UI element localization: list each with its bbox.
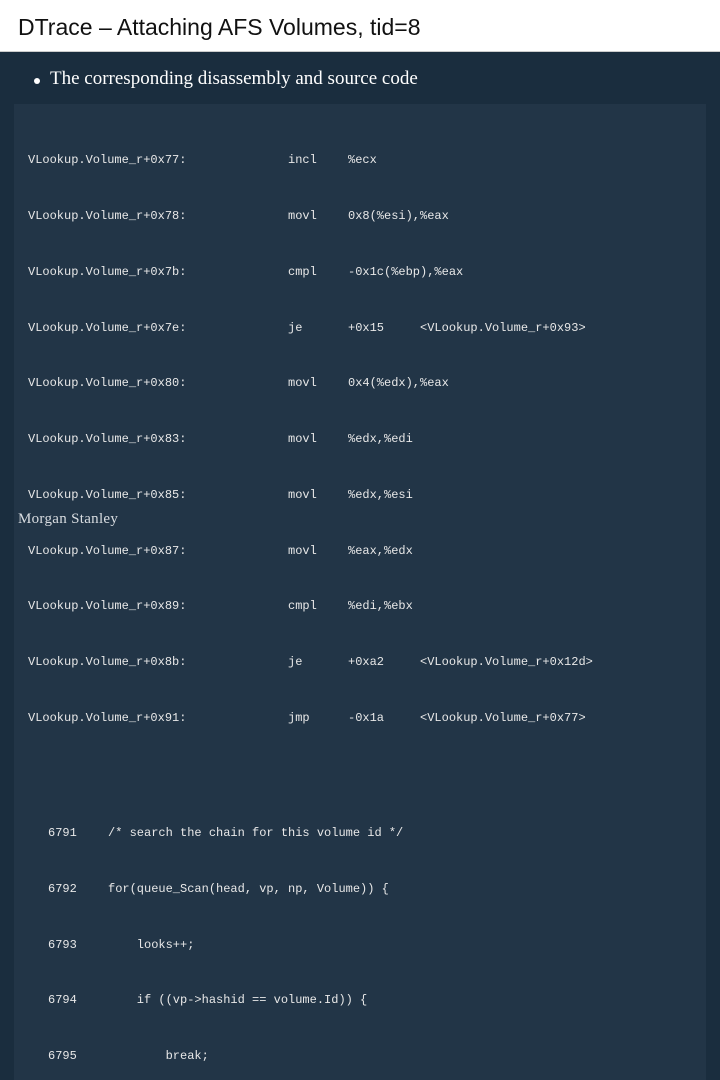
- asm-loc: VLookup.Volume_r+0x91:: [28, 709, 288, 728]
- asm-op: movl: [288, 542, 348, 561]
- asm-op: je: [288, 319, 348, 338]
- asm-args: %edx,%esi: [348, 486, 692, 505]
- asm-op: movl: [288, 207, 348, 226]
- src-lineno: 6794: [28, 991, 108, 1010]
- src-row: 6791/* search the chain for this volume …: [28, 824, 692, 843]
- src-lineno: 6793: [28, 936, 108, 955]
- asm-loc: VLookup.Volume_r+0x83:: [28, 430, 288, 449]
- footer-word-2: Stanley: [71, 511, 118, 527]
- asm-args: 0x8(%esi),%eax: [348, 207, 692, 226]
- bullet-dot-icon: [34, 78, 40, 84]
- src-lineno: 6791: [28, 824, 108, 843]
- footer-logo: Morgan Stanley: [18, 511, 118, 528]
- slide-title: DTrace – Attaching AFS Volumes, tid=8: [18, 14, 702, 41]
- src-row: 6794 if ((vp->hashid == volume.Id)) {: [28, 991, 692, 1010]
- asm-args: +0x15 <VLookup.Volume_r+0x93>: [348, 319, 692, 338]
- asm-row: VLookup.Volume_r+0x91:jmp-0x1a <VLookup.…: [28, 709, 692, 728]
- asm-args: 0x4(%edx),%eax: [348, 374, 692, 393]
- asm-args: +0xa2 <VLookup.Volume_r+0x12d>: [348, 653, 692, 672]
- asm-args: -0x1c(%ebp),%eax: [348, 263, 692, 282]
- src-code: break;: [108, 1047, 692, 1066]
- src-code: /* search the chain for this volume id *…: [108, 824, 692, 843]
- asm-row: VLookup.Volume_r+0x89:cmpl%edi,%ebx: [28, 597, 692, 616]
- src-row: 6793 looks++;: [28, 936, 692, 955]
- code-block: VLookup.Volume_r+0x77:incl%ecx VLookup.V…: [14, 104, 706, 1080]
- asm-loc: VLookup.Volume_r+0x80:: [28, 374, 288, 393]
- footer-word-1: Morgan: [18, 511, 67, 527]
- asm-loc: VLookup.Volume_r+0x89:: [28, 597, 288, 616]
- src-lineno: 6795: [28, 1047, 108, 1066]
- asm-row: VLookup.Volume_r+0x80:movl0x4(%edx),%eax: [28, 374, 692, 393]
- asm-args: %eax,%edx: [348, 542, 692, 561]
- sub-heading: The corresponding disassembly and source…: [0, 52, 720, 98]
- src-code: looks++;: [108, 936, 692, 955]
- asm-op: jmp: [288, 709, 348, 728]
- title-bar: DTrace – Attaching AFS Volumes, tid=8: [0, 0, 720, 52]
- asm-loc: VLookup.Volume_r+0x8b:: [28, 653, 288, 672]
- asm-row: VLookup.Volume_r+0x8b:je+0xa2 <VLookup.V…: [28, 653, 692, 672]
- asm-op: movl: [288, 430, 348, 449]
- asm-row: VLookup.Volume_r+0x7b:cmpl-0x1c(%ebp),%e…: [28, 263, 692, 282]
- asm-loc: VLookup.Volume_r+0x85:: [28, 486, 288, 505]
- asm-loc: VLookup.Volume_r+0x77:: [28, 151, 288, 170]
- src-row: 6795 break;: [28, 1047, 692, 1066]
- asm-loc: VLookup.Volume_r+0x7b:: [28, 263, 288, 282]
- asm-row: VLookup.Volume_r+0x83:movl%edx,%edi: [28, 430, 692, 449]
- src-code: for(queue_Scan(head, vp, np, Volume)) {: [108, 880, 692, 899]
- asm-op: movl: [288, 486, 348, 505]
- asm-args: %ecx: [348, 151, 692, 170]
- asm-row: VLookup.Volume_r+0x7e:je+0x15 <VLookup.V…: [28, 319, 692, 338]
- asm-row: VLookup.Volume_r+0x78:movl0x8(%esi),%eax: [28, 207, 692, 226]
- src-code: if ((vp->hashid == volume.Id)) {: [108, 991, 692, 1010]
- asm-loc: VLookup.Volume_r+0x7e:: [28, 319, 288, 338]
- asm-args: %edx,%edi: [348, 430, 692, 449]
- asm-row: VLookup.Volume_r+0x85:movl%edx,%esi: [28, 486, 692, 505]
- asm-op: movl: [288, 374, 348, 393]
- source-listing: 6791/* search the chain for this volume …: [28, 787, 692, 1080]
- asm-op: je: [288, 653, 348, 672]
- src-row: 6792for(queue_Scan(head, vp, np, Volume)…: [28, 880, 692, 899]
- asm-op: cmpl: [288, 263, 348, 282]
- asm-op: incl: [288, 151, 348, 170]
- asm-args: %edi,%ebx: [348, 597, 692, 616]
- slide: DTrace – Attaching AFS Volumes, tid=8 Th…: [0, 0, 720, 540]
- disassembly-listing: VLookup.Volume_r+0x77:incl%ecx VLookup.V…: [28, 114, 692, 765]
- asm-row: VLookup.Volume_r+0x77:incl%ecx: [28, 151, 692, 170]
- asm-row: VLookup.Volume_r+0x87:movl%eax,%edx: [28, 542, 692, 561]
- asm-op: cmpl: [288, 597, 348, 616]
- src-lineno: 6792: [28, 880, 108, 899]
- asm-loc: VLookup.Volume_r+0x87:: [28, 542, 288, 561]
- asm-args: -0x1a <VLookup.Volume_r+0x77>: [348, 709, 692, 728]
- bullet-row: The corresponding disassembly and source…: [34, 68, 696, 90]
- asm-loc: VLookup.Volume_r+0x78:: [28, 207, 288, 226]
- bullet-text: The corresponding disassembly and source…: [50, 68, 418, 90]
